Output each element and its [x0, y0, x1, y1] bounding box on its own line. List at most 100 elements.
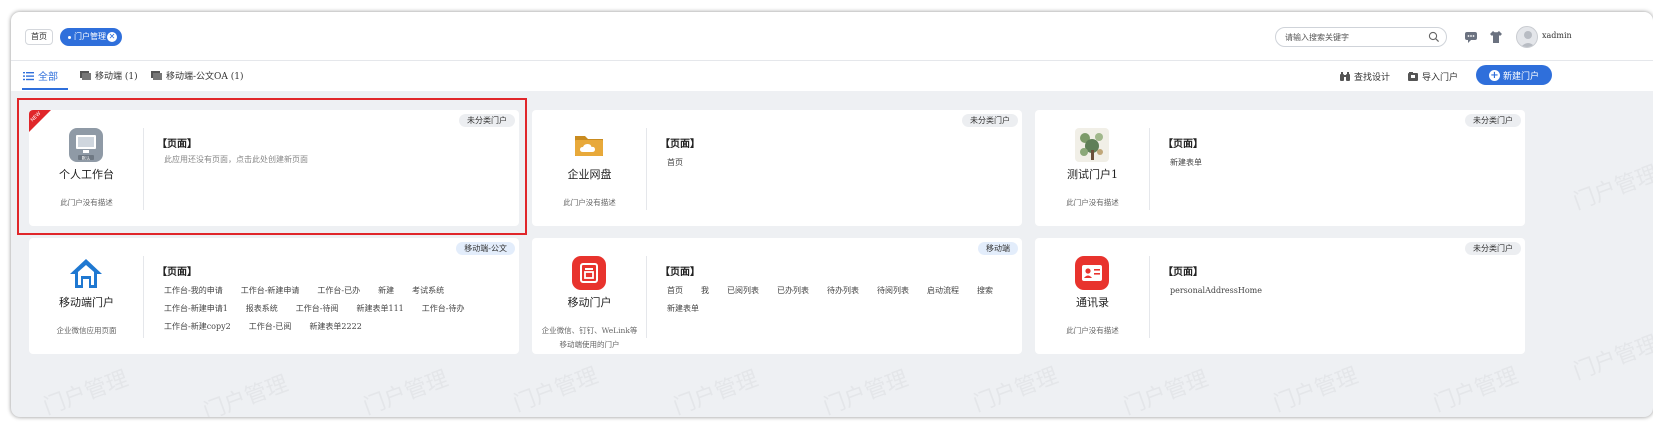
- message-icon[interactable]: [1463, 29, 1479, 45]
- contact-card-icon: [1075, 256, 1109, 290]
- tab-home[interactable]: 首页: [25, 29, 53, 45]
- divider: [1149, 128, 1150, 210]
- search-icon[interactable]: [1428, 31, 1440, 43]
- watermark-text: 门户管理: [1570, 161, 1653, 216]
- watermark-text: 门户管理: [40, 366, 132, 417]
- page-link[interactable]: 待办列表: [827, 282, 859, 300]
- tab-mobile-oa-label: 移动端-公文OA (1): [166, 72, 244, 82]
- page-link[interactable]: 工作台-已阅: [249, 318, 292, 336]
- watermark-text: 门户管理: [1570, 331, 1653, 386]
- pages-title: 【页面】: [157, 267, 197, 278]
- import-icon: [1408, 72, 1418, 81]
- page-link[interactable]: 工作台-待阅: [296, 300, 339, 318]
- portal-name[interactable]: 个人工作台: [29, 166, 144, 182]
- cloud-folder-icon: [575, 136, 603, 156]
- page-link[interactable]: 首页: [667, 282, 683, 300]
- tab-portal-management[interactable]: 门户管理 ✕: [60, 28, 122, 46]
- mobile-portal-icon: [572, 256, 606, 290]
- portal-name[interactable]: 企业网盘: [532, 166, 647, 182]
- portal-desc: 企业微信、钉钉、WeLink等移动端使用的门户: [541, 326, 638, 349]
- search-box: [1275, 27, 1447, 47]
- tab-mobile[interactable]: 移动端 (1): [80, 69, 138, 82]
- tab-all-label: 全部: [38, 72, 58, 83]
- home-icon: [70, 259, 102, 288]
- new-portal-label: 新建门户: [1502, 71, 1539, 82]
- portal-desc: 此门户没有描述: [1066, 326, 1119, 335]
- portal-name[interactable]: 移动端门户: [29, 294, 144, 310]
- page-link[interactable]: 工作台-待办: [422, 300, 465, 318]
- pages-title: 【页面】: [1163, 139, 1203, 150]
- active-tab-underline: [22, 88, 68, 90]
- portal-card[interactable]: 未分类门户 通讯录 此门户没有描述 【页面】 personalAddressHo…: [1035, 238, 1525, 354]
- pages-title: 【页面】: [660, 267, 700, 278]
- app-window: 首页 门户管理 ✕ xadmin 全部 移动端 (1) 移动端-公文OA (1): [11, 12, 1653, 417]
- page-link[interactable]: 工作台-新建申请1: [164, 300, 228, 318]
- page-link[interactable]: personalAddressHome: [1170, 282, 1262, 300]
- watermark-text: 门户管理: [670, 366, 762, 417]
- page-link[interactable]: 我: [701, 282, 709, 300]
- page-link[interactable]: 新建表单: [667, 300, 699, 318]
- page-link[interactable]: 工作台-新建申请: [241, 282, 300, 300]
- page-link[interactable]: 搜索: [977, 282, 993, 300]
- portal-card[interactable]: NEW 未分类门户 默认 个人工作台 此门户没有描述 【页面】 此应用还没有页面…: [29, 110, 519, 226]
- page-link[interactable]: 待阅列表: [877, 282, 909, 300]
- tab-mobile-oa[interactable]: 移动端-公文OA (1): [151, 69, 244, 82]
- plus-icon: +: [1488, 69, 1500, 81]
- list-icon: [23, 71, 34, 80]
- search-input[interactable]: [1285, 31, 1425, 44]
- shirt-icon[interactable]: [1488, 29, 1504, 45]
- portal-name[interactable]: 通讯录: [1035, 294, 1150, 310]
- page-link[interactable]: 新建表单2222: [309, 318, 361, 336]
- divider: [143, 128, 144, 210]
- category-badge: 移动端: [978, 242, 1018, 255]
- watermark-text: 门户管理: [1430, 363, 1522, 417]
- tab-dot: [68, 35, 71, 39]
- portal-card[interactable]: 移动端 移动门户 企业微信、钉钉、WeLink等移动端使用的门户 【页面】 首页…: [532, 238, 1022, 354]
- page-link[interactable]: 考试系统: [412, 282, 444, 300]
- portal-card[interactable]: 移动端-公文 移动端门户 企业微信应用页面 【页面】 工作台-我的申请 工作台-新…: [29, 238, 519, 354]
- tab-label: 门户管理: [74, 32, 106, 41]
- page-link[interactable]: 工作台-我的申请: [164, 282, 223, 300]
- category-badge: 未分类门户: [1465, 114, 1521, 127]
- create-page-link[interactable]: 此应用还没有页面，点击此处创建新页面: [164, 154, 308, 165]
- folder-icon: [80, 71, 91, 80]
- page-link[interactable]: 启动流程: [927, 282, 959, 300]
- watermark-text: 门户管理: [1270, 363, 1362, 417]
- category-badge: 移动端-公文: [456, 242, 515, 255]
- watermark-text: 门户管理: [200, 371, 292, 417]
- tab-all[interactable]: 全部: [23, 68, 58, 83]
- find-design-button[interactable]: 查找设计: [1340, 70, 1390, 83]
- binoculars-icon: [1340, 72, 1350, 81]
- watermark-text: 门户管理: [970, 363, 1062, 417]
- page-link[interactable]: 已办列表: [777, 282, 809, 300]
- page-list: personalAddressHome: [1170, 282, 1515, 300]
- watermark-text: 门户管理: [360, 366, 452, 417]
- portal-name[interactable]: 移动门户: [532, 294, 647, 310]
- portal-card[interactable]: 未分类门户 企业网盘 此门户没有描述 【页面】 首页: [532, 110, 1022, 226]
- monitor-icon: 默认: [69, 128, 103, 162]
- page-link[interactable]: 首页: [667, 154, 683, 172]
- divider: [1149, 256, 1150, 338]
- portal-card[interactable]: 未分类门户 测试门户1 此门户没有描述 【页面】 新建表单: [1035, 110, 1525, 226]
- portal-desc: 企业微信应用页面: [56, 326, 117, 335]
- user-icon: [1520, 31, 1536, 47]
- username[interactable]: xadmin: [1542, 31, 1572, 40]
- portal-desc: 此门户没有描述: [1066, 198, 1119, 207]
- page-link[interactable]: 已阅列表: [727, 282, 759, 300]
- new-portal-button[interactable]: + 新建门户: [1476, 65, 1552, 85]
- avatar[interactable]: [1516, 26, 1538, 48]
- page-link[interactable]: 工作台-新建copy2: [164, 318, 231, 336]
- import-portal-button[interactable]: 导入门户: [1408, 70, 1458, 83]
- category-badge: 未分类门户: [1465, 242, 1521, 255]
- page-link[interactable]: 报表系统: [246, 300, 278, 318]
- category-badge: 未分类门户: [962, 114, 1018, 127]
- page-link[interactable]: 工作台-已办: [317, 282, 360, 300]
- divider: [143, 256, 144, 338]
- page-link[interactable]: 新建表单: [1170, 154, 1202, 172]
- watermark-text: 门户管理: [1120, 366, 1212, 417]
- divider: [646, 256, 647, 338]
- portal-name[interactable]: 测试门户1: [1035, 166, 1150, 182]
- page-link[interactable]: 新建: [378, 282, 394, 300]
- close-icon[interactable]: ✕: [107, 32, 117, 42]
- page-link[interactable]: 新建表单111: [357, 300, 404, 318]
